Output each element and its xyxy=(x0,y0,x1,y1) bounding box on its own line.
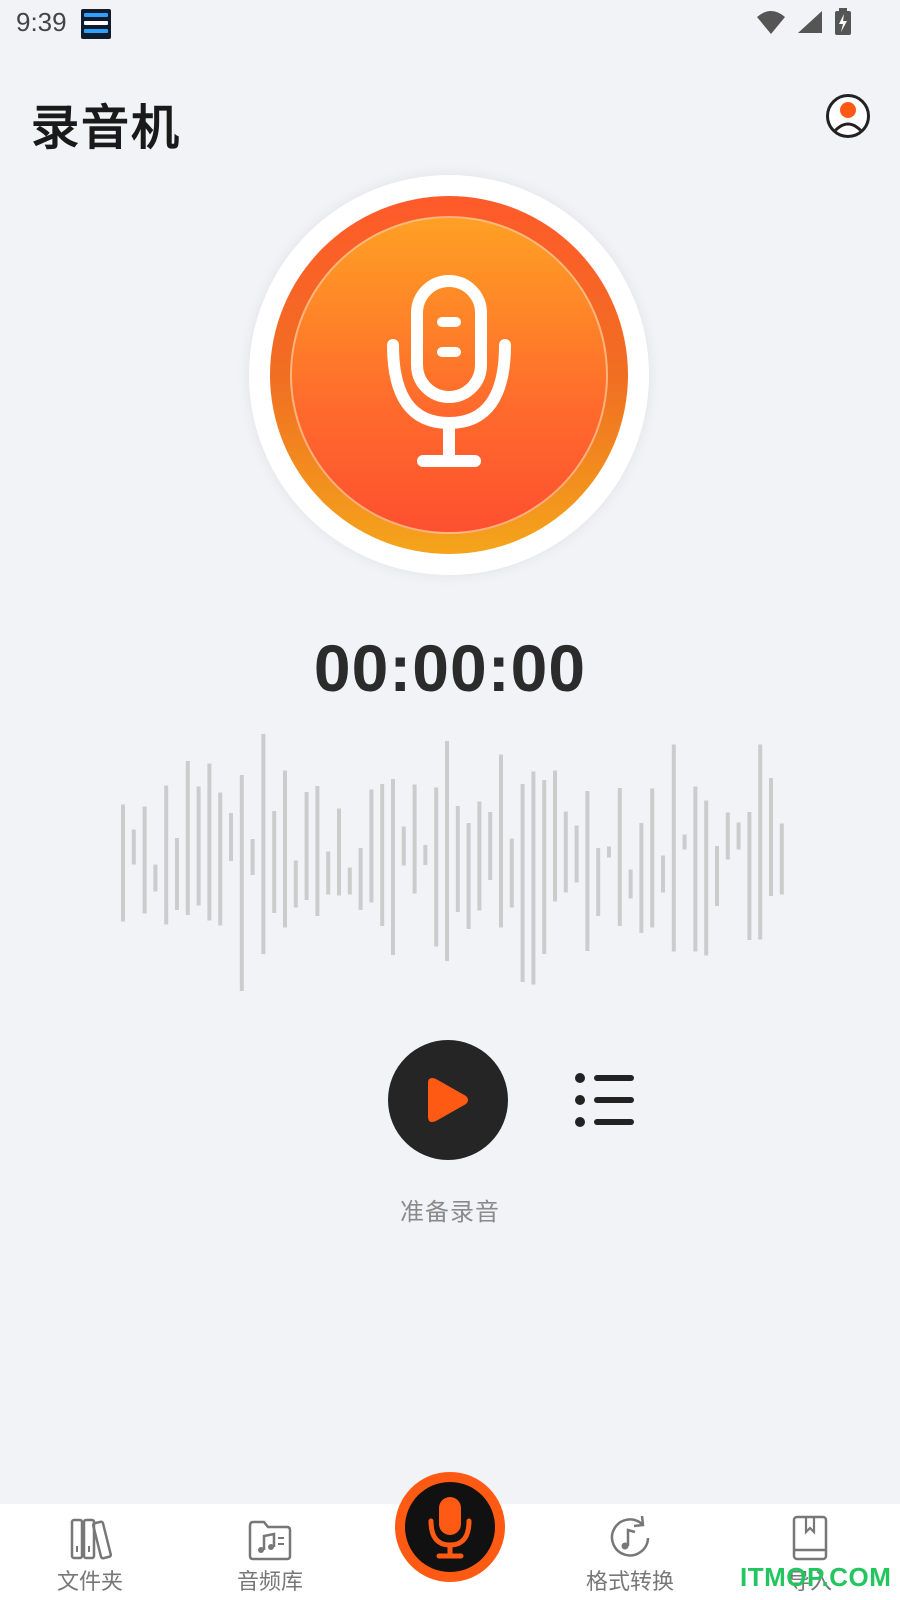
waveform-bar xyxy=(499,754,503,928)
waveform-bar xyxy=(272,811,277,913)
recorder-status-label: 准备录音 xyxy=(400,1198,500,1226)
waveform-bar xyxy=(477,801,482,911)
microphone-icon xyxy=(428,1497,472,1559)
waveform-bar xyxy=(121,804,125,922)
waveform-bar xyxy=(283,770,287,928)
user-profile-button[interactable] xyxy=(826,94,870,138)
waveform-bar xyxy=(715,846,719,906)
status-indicators xyxy=(756,8,852,36)
battery-charging-icon xyxy=(835,8,851,35)
waveform-bar xyxy=(412,784,417,894)
status-time: 9:39 xyxy=(16,7,67,37)
waveform-bar xyxy=(315,786,320,916)
waveform-bar xyxy=(758,744,763,940)
waveform-bar xyxy=(639,823,644,933)
waveform-bar xyxy=(509,838,514,908)
waveform-bar xyxy=(434,787,439,947)
wifi-icon xyxy=(757,11,785,34)
waveform-bar xyxy=(293,860,298,908)
waveform-bar xyxy=(466,823,471,929)
notification-app-icon xyxy=(81,9,111,39)
waveform-bar xyxy=(142,806,147,914)
user-avatar-icon xyxy=(831,102,865,134)
audio-library-icon xyxy=(248,1520,292,1561)
waveform-bar xyxy=(617,788,622,926)
waveform-bar xyxy=(585,791,590,951)
waveform-bar xyxy=(574,825,579,883)
cell-signal-icon xyxy=(798,11,822,33)
waveform-bar xyxy=(131,829,136,865)
waveform-bar xyxy=(704,800,709,956)
waveform-bar xyxy=(628,869,633,899)
waveform-bar xyxy=(358,848,363,910)
waveform-bar xyxy=(542,780,547,954)
waveform-bar xyxy=(175,838,179,910)
waveform-bar xyxy=(391,779,395,955)
watermark-text: ITMOP.COM xyxy=(740,1562,892,1592)
waveform-bar xyxy=(153,864,158,892)
import-book-icon xyxy=(792,1515,828,1561)
waveform-bar xyxy=(347,867,352,895)
page-title: 录音机 xyxy=(31,100,182,156)
waveform-bar xyxy=(596,848,601,916)
format-convert-icon xyxy=(610,1515,650,1557)
tab-record-center-button[interactable] xyxy=(395,1472,505,1582)
waveform-bar xyxy=(693,786,698,952)
waveform-bar xyxy=(261,734,266,954)
tab-audio-library[interactable]: 音频库 xyxy=(180,1504,360,1600)
play-icon xyxy=(428,1078,468,1122)
waveform-bar xyxy=(326,851,331,895)
recordings-list-button[interactable] xyxy=(570,1070,640,1130)
waveform-bar xyxy=(736,822,741,850)
waveform-bar xyxy=(531,771,536,985)
waveform-bar xyxy=(229,813,233,861)
app-header: 录音机 xyxy=(0,48,900,188)
waveform-bar xyxy=(401,826,406,866)
waveform-bar xyxy=(196,786,201,906)
waveform-bar xyxy=(747,812,752,940)
microphone-icon xyxy=(387,275,511,467)
tab-format-convert[interactable]: 格式转换 xyxy=(540,1504,720,1600)
waveform-bar xyxy=(423,845,428,865)
waveform-bar xyxy=(769,778,773,896)
waveform-bar xyxy=(682,834,687,850)
waveform-bar xyxy=(779,823,784,895)
record-hero-core xyxy=(290,216,608,534)
recording-timer: 00:00:00 xyxy=(313,631,587,705)
waveform-bar xyxy=(563,811,568,893)
waveform-bar xyxy=(369,789,374,903)
play-button[interactable] xyxy=(388,1040,508,1160)
tab-label: 文件夹 xyxy=(56,1570,123,1595)
waveform-bar xyxy=(445,741,449,961)
waveform-bar xyxy=(239,775,244,991)
waveform-bar xyxy=(725,812,730,860)
waveform-bar xyxy=(164,785,169,925)
waveform-bar xyxy=(185,761,190,915)
list-icon xyxy=(575,1073,634,1127)
waveform-bar xyxy=(520,784,525,982)
waveform-bar xyxy=(661,855,665,893)
waveform-visualization xyxy=(121,734,784,991)
waveform-bar xyxy=(607,846,611,858)
record-hero-ring xyxy=(270,196,628,554)
waveform-bar xyxy=(650,788,655,928)
tab-record-center-core xyxy=(405,1482,495,1572)
waveform-bar xyxy=(455,806,460,912)
waveform-bar xyxy=(207,763,212,921)
waveform-bar xyxy=(488,812,493,880)
waveform-bar xyxy=(218,792,223,926)
waveform-bar xyxy=(337,808,341,896)
record-hero-button[interactable] xyxy=(249,175,649,575)
waveform-bar xyxy=(304,792,309,900)
waveform-bar xyxy=(250,839,255,875)
waveform-bar xyxy=(380,784,385,926)
status-bar: 9:39 xyxy=(0,0,900,48)
waveform-bar xyxy=(553,770,557,902)
folder-books-icon xyxy=(70,1518,113,1560)
tab-label: 音频库 xyxy=(236,1570,303,1595)
tab-folder[interactable]: 文件夹 xyxy=(0,1504,180,1600)
waveform-bar xyxy=(671,744,676,952)
tab-label: 格式转换 xyxy=(585,1570,674,1595)
